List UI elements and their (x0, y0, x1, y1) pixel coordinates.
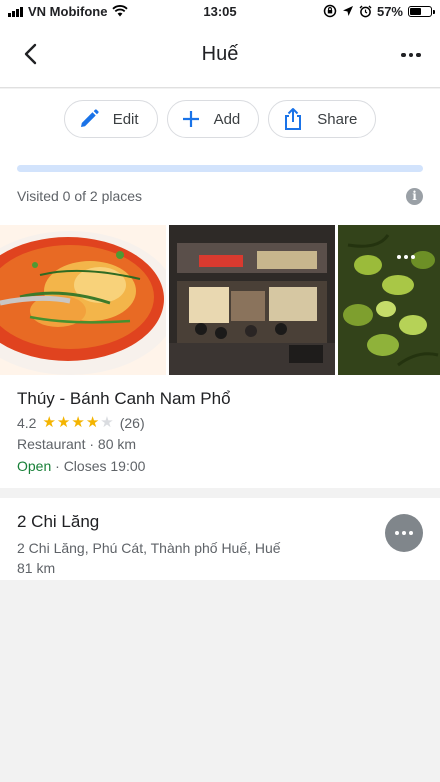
status-left: VN Mobifone (8, 3, 129, 19)
edit-button[interactable]: Edit (63, 100, 158, 138)
storefront-image (169, 225, 335, 375)
action-row: Edit Add Share (0, 89, 440, 149)
visited-row: Visited 0 of 2 places i (0, 172, 440, 210)
photo-strip[interactable] (0, 225, 440, 375)
pencil-icon (80, 109, 99, 127)
rating-row: 4.2 ★ ★ ★ ★ ★ (26) (17, 415, 423, 431)
separator (0, 488, 440, 498)
open-status: Open (17, 458, 52, 474)
place-card-2[interactable]: 2 Chi Lăng 2 Chi Lăng, Phú Cát, Thành ph… (0, 498, 440, 587)
noodle-soup-image (0, 225, 166, 375)
page-title: Huế (201, 43, 239, 65)
more-horizontal-icon (401, 52, 406, 58)
star-filled-icon: ★ (85, 414, 100, 431)
photo-green-chili[interactable] (338, 225, 440, 375)
plus-icon (182, 111, 199, 127)
review-count: (26) (119, 415, 145, 431)
status-right: 57% (323, 3, 435, 19)
place-category-distance: Restaurant · 80 km (17, 436, 137, 452)
wifi-icon (112, 5, 129, 17)
rotation-lock-icon (323, 4, 337, 18)
chevron-left-icon (24, 43, 37, 65)
photo-restaurant-storefront[interactable] (169, 225, 335, 375)
place-name[interactable]: Thúy - Bánh Canh Nam Phổ (17, 389, 423, 409)
battery-fill (410, 7, 422, 15)
place-name[interactable]: 2 Chi Lăng (17, 512, 423, 532)
add-button[interactable]: Add (166, 100, 260, 138)
carrier-name: VN Mobifone (28, 3, 108, 19)
photo-more-icon[interactable] (397, 255, 415, 259)
share-button[interactable]: Share (268, 100, 377, 138)
rating-value: 4.2 (17, 415, 37, 431)
chili-image (338, 225, 440, 375)
star-filled-icon: ★ (42, 414, 56, 431)
battery-icon (408, 5, 435, 17)
signal-icon (8, 6, 23, 17)
place-distance: 81 km (17, 560, 56, 576)
more-options-button[interactable] (398, 42, 424, 68)
visited-progress (0, 149, 440, 172)
more-horizontal-icon[interactable] (385, 514, 423, 552)
share-label: Share (317, 110, 358, 128)
star-filled-icon: ★ (56, 414, 71, 431)
photo-noodle-soup[interactable] (0, 225, 166, 375)
progress-track (17, 165, 423, 172)
star-empty-icon: ★ (100, 414, 114, 431)
list-content: Edit Add Share Visited 0 of 2 places i T… (0, 89, 440, 587)
add-label: Add (213, 110, 241, 128)
share-icon (285, 108, 302, 130)
status-bar: VN Mobifone 13:05 57% (0, 0, 440, 22)
edit-label: Edit (112, 110, 139, 128)
place-address: 2 Chi Lăng, Phú Cát, Thành phố Huế, Huế (17, 540, 281, 556)
back-button[interactable] (14, 38, 46, 70)
visited-count-text: Visited 0 of 2 places (17, 188, 143, 204)
star-filled-icon: ★ (71, 414, 85, 431)
empty-area (0, 580, 440, 782)
info-icon[interactable]: i (406, 187, 423, 205)
alarm-icon (359, 5, 372, 17)
place-card-1[interactable]: Thúy - Bánh Canh Nam Phổ 4.2 ★ ★ ★ ★ ★ (26) … (0, 375, 440, 488)
location-arrow-icon (342, 6, 353, 16)
opening-hours: Open · Closes 19:00 (17, 458, 423, 474)
closes-time: · Closes 19:00 (51, 458, 146, 474)
header: Huế (0, 22, 440, 88)
star-rating: ★ ★ ★ ★ ★ (42, 414, 114, 431)
battery-percent: 57% (376, 3, 403, 19)
